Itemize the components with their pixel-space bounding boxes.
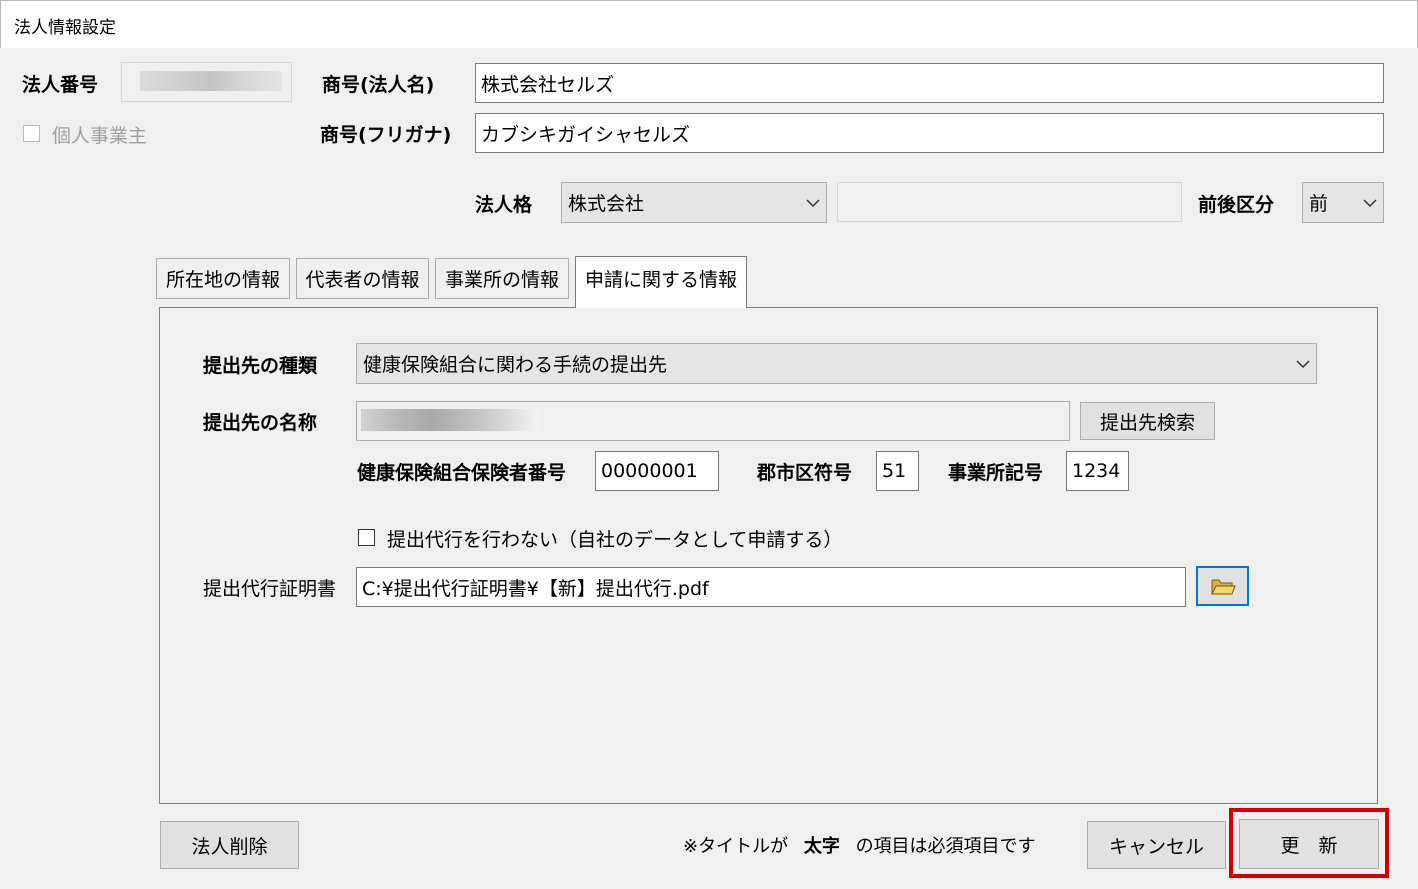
window-titlebar: 法人情報設定 [0, 0, 1418, 48]
tab-address[interactable]: 所在地の情報 [156, 258, 290, 299]
folder-icon [1210, 579, 1236, 595]
corp-name-input[interactable]: 株式会社セルズ [475, 63, 1384, 103]
tab-application[interactable]: 申請に関する情報 [575, 256, 747, 308]
required-note-suffix: の項目は必須項目です [855, 836, 1036, 857]
chevron-down-icon [1363, 198, 1377, 207]
position-label: 前後区分 [1198, 194, 1275, 216]
corp-type-value: 株式会社 [568, 193, 645, 215]
dest-name-label: 提出先の名称 [203, 412, 318, 434]
window-title: 法人情報設定 [14, 18, 116, 38]
no-proxy-label: 提出代行を行わない（自社のデータとして申請する） [387, 529, 843, 551]
tab-representative[interactable]: 代表者の情報 [296, 258, 429, 299]
corp-type-label: 法人格 [475, 194, 533, 216]
corp-type-other-field [837, 182, 1182, 222]
insurer-number-input[interactable]: 00000001 [595, 451, 719, 491]
sole-proprietor-label: 個人事業主 [52, 125, 148, 147]
corp-number-label: 法人番号 [22, 74, 99, 96]
sole-proprietor-checkbox[interactable] [23, 125, 40, 142]
dest-type-value: 健康保険組合に関わる手続の提出先 [363, 354, 668, 376]
redacted-value [361, 409, 539, 431]
proxy-cert-label: 提出代行証明書 [203, 578, 337, 600]
city-code-label: 郡市区符号 [757, 462, 853, 484]
insurer-number-label: 健康保険組合保険者番号 [357, 462, 567, 484]
delete-corp-button[interactable]: 法人削除 [160, 821, 299, 869]
corp-kana-label: 商号(フリガナ) [320, 124, 452, 146]
no-proxy-checkbox[interactable] [358, 529, 375, 546]
dest-name-field [356, 401, 1070, 441]
proxy-cert-path-input[interactable]: C:¥提出代行証明書¥【新】提出代行.pdf [356, 567, 1186, 607]
position-value: 前 [1309, 193, 1329, 215]
required-note: ※タイトルが 太字 の項目は必須項目です [683, 832, 1036, 858]
update-button[interactable]: 更 新 [1239, 819, 1379, 869]
chevron-down-icon [1296, 359, 1310, 368]
corp-type-select[interactable]: 株式会社 [561, 182, 827, 223]
required-note-bold: 太字 [803, 836, 840, 857]
corp-number-field [121, 62, 292, 102]
corp-name-label: 商号(法人名) [322, 74, 435, 96]
dest-type-label: 提出先の種類 [203, 355, 318, 377]
office-code-input[interactable]: 1234 [1066, 451, 1129, 491]
dest-type-select[interactable]: 健康保険組合に関わる手続の提出先 [356, 343, 1317, 384]
corp-kana-input[interactable]: カブシキガイシャセルズ [475, 113, 1384, 153]
tab-office[interactable]: 事業所の情報 [435, 258, 569, 299]
city-code-input[interactable]: 51 [876, 451, 919, 491]
position-select[interactable]: 前 [1302, 182, 1384, 223]
chevron-down-icon [806, 198, 820, 207]
required-note-prefix: ※タイトルが [683, 836, 789, 857]
redacted-value [140, 71, 282, 91]
office-code-label: 事業所記号 [948, 462, 1044, 484]
browse-folder-button[interactable] [1196, 566, 1249, 606]
dest-search-button[interactable]: 提出先検索 [1080, 402, 1215, 440]
cancel-button[interactable]: キャンセル [1087, 821, 1226, 869]
